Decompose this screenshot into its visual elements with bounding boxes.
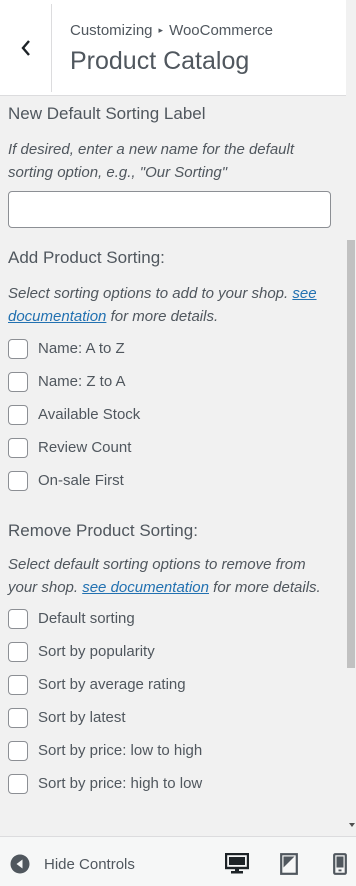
remove-sorting-description: Select default sorting options to remove… [8,553,338,599]
add-sorting-option[interactable]: Review Count [8,431,338,464]
remove-sorting-option[interactable]: Sort by average rating [8,668,338,701]
breadcrumb-separator: ▸ [158,25,164,35]
add-sorting-option[interactable]: Available Stock [8,398,338,431]
checkbox[interactable] [8,707,28,728]
add-sorting-option[interactable]: Name: A to Z [8,332,338,365]
checkbox[interactable] [8,740,28,761]
checkbox[interactable] [8,608,28,629]
option-label: Review Count [38,439,132,456]
add-sorting-description-text: Select sorting options to add to your sh… [8,285,289,302]
checkbox[interactable] [8,404,28,425]
add-sorting-option[interactable]: Name: Z to A [8,365,338,398]
checkbox[interactable] [8,437,28,458]
checkbox[interactable] [8,371,28,392]
add-sorting-description: Select sorting options to add to your sh… [8,282,338,328]
chevron-left-icon [20,40,30,56]
option-label: Default sorting [38,610,135,627]
option-label: Sort by price: high to low [38,775,203,792]
remove-sorting-option[interactable]: Sort by price: low to high [8,734,338,767]
customizer-footer: Hide Controls [0,836,356,886]
checkbox[interactable] [8,470,28,491]
option-label: Name: A to Z [38,340,125,357]
collapse-left-icon [10,854,30,874]
remove-sorting-documentation-link[interactable]: see documentation [82,579,209,596]
controls-panel: New Default Sorting Label If desired, en… [8,104,338,800]
customizer-header: Customizing ▸ WooCommerce Product Catalo… [0,0,346,96]
page-title: Product Catalog [70,47,250,75]
breadcrumb-parent: Customizing [70,22,153,39]
option-label: Sort by latest [38,709,126,726]
add-sorting-description-suffix: for more details. [110,308,219,325]
checkbox[interactable] [8,773,28,794]
option-label: Sort by popularity [38,643,155,660]
remove-sorting-title: Remove Product Sorting: [8,521,198,540]
default-label-description: If desired, enter a new name for the def… [8,141,295,181]
hide-controls-button[interactable]: Hide Controls [10,854,135,874]
hide-controls-label: Hide Controls [44,855,135,873]
mobile-icon [333,853,347,875]
default-sorting-label-input[interactable] [8,191,331,228]
add-sorting-options: Name: A to Z Name: Z to A Available Stoc… [8,332,338,497]
remove-sorting-options: Default sorting Sort by popularity Sort … [8,602,338,800]
default-label-title: New Default Sorting Label [8,104,206,123]
scrollbar-thumb[interactable] [347,240,355,668]
desktop-preview-button[interactable] [224,852,250,876]
tablet-icon [280,853,298,875]
mobile-preview-button[interactable] [327,852,353,876]
checkbox[interactable] [8,338,28,359]
scroll-down-arrow[interactable] [349,823,355,827]
option-label: Name: Z to A [38,373,126,390]
breadcrumb-current: WooCommerce [169,22,273,39]
remove-sorting-option[interactable]: Default sorting [8,602,338,635]
add-sorting-title: Add Product Sorting: [8,248,165,267]
option-label: Sort by average rating [38,676,186,693]
add-sorting-option[interactable]: On-sale First [8,464,338,497]
back-button[interactable] [0,4,52,92]
desktop-icon [225,853,249,874]
option-label: Sort by price: low to high [38,742,203,759]
remove-sorting-description-suffix: for more details. [213,579,321,596]
remove-sorting-option[interactable]: Sort by popularity [8,635,338,668]
remove-sorting-option[interactable]: Sort by latest [8,701,338,734]
checkbox[interactable] [8,641,28,662]
breadcrumb: Customizing ▸ WooCommerce [70,22,273,39]
checkbox[interactable] [8,674,28,695]
option-label: Available Stock [38,406,141,423]
tablet-preview-button[interactable] [276,852,302,876]
remove-sorting-option[interactable]: Sort by price: high to low [8,767,338,800]
option-label: On-sale First [38,472,124,489]
